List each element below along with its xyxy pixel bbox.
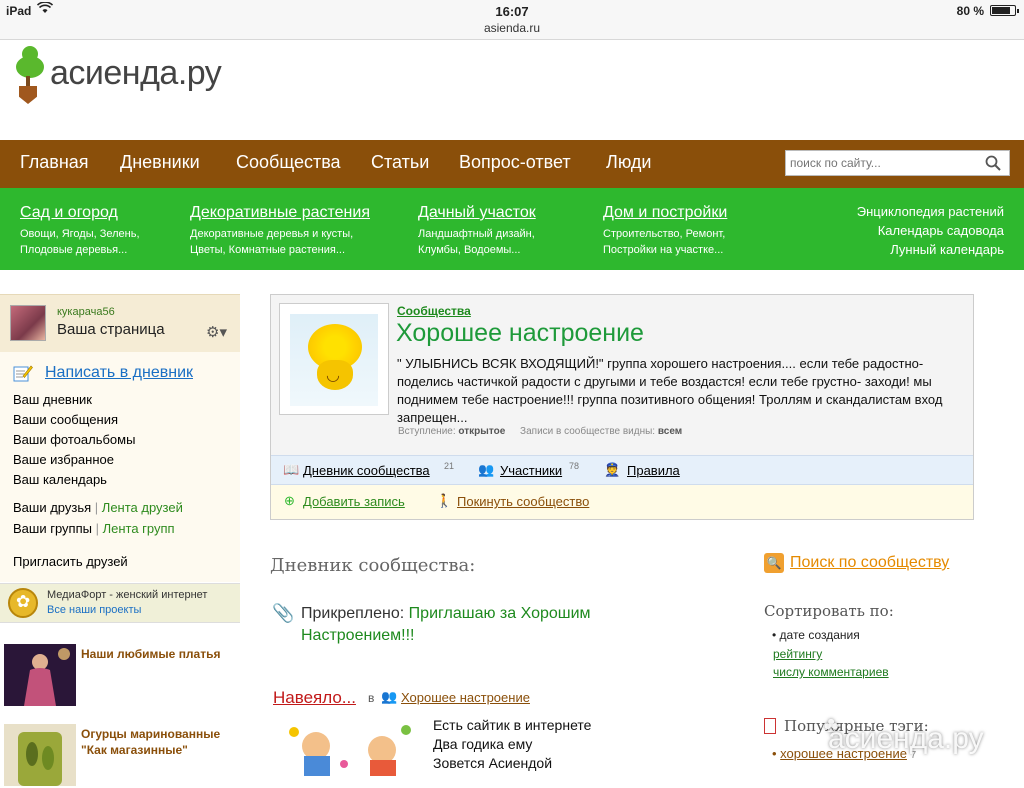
my-page-link[interactable]: Ваша страница [57,321,165,338]
diary-count: 21 [444,461,455,471]
promo-item[interactable]: Огурцы маринованные "Как магазинные" [4,724,240,788]
username[interactable]: кукарача56 [57,306,115,318]
post-community-link[interactable]: Хорошее настроение [401,690,530,705]
post-title-link[interactable]: Навеяло... [273,688,356,708]
category-link[interactable]: Дом и постройки [603,204,727,222]
category-link[interactable]: Сад и огород [20,204,140,222]
status-bar: iPad 16:07 asienda.ru 80 % [0,0,1024,40]
leave-community-button[interactable]: Покинуть сообщество [457,494,589,509]
post-body: Есть сайтик в интернете Два годика ему З… [433,717,592,771]
friends-row: Ваши друзья | Лента друзей [13,500,183,515]
invite-friends-link[interactable]: Пригласить друзей [13,554,128,569]
nav-communities[interactable]: Сообщества [236,152,341,173]
avatar[interactable] [10,305,46,341]
category-quick-links: Энциклопедия растений Календарь садовода… [857,202,1004,259]
mediafort-box: МедиаФорт - женский интернет Все наши пр… [0,583,240,623]
my-friends-link[interactable]: Ваши друзья [13,500,91,515]
link-gardener-calendar[interactable]: Календарь садовода [857,221,1004,240]
user-box: кукарача56 Ваша страница ⚙▾ [0,294,240,352]
sort-by-rating-link[interactable]: рейтингу [773,647,822,661]
community-actions: ⊕ Добавить запись 🚶 Покинуть сообщество [271,485,973,519]
my-messages-link[interactable]: Ваши сообщения [13,412,118,427]
link-plant-encyclopedia[interactable]: Энциклопедия растений [857,202,1004,221]
site-logo[interactable]: асиенда.ру [14,44,234,108]
rules-icon: 👮 [604,462,621,477]
community-avatar[interactable] [279,303,389,415]
sort-heading: Сортировать по: [764,602,894,620]
link-lunar-calendar[interactable]: Лунный календарь [857,240,1004,259]
section-heading: Дневник сообщества: [270,555,476,576]
promo-image[interactable] [4,644,76,706]
battery-level: 80 % [956,4,984,18]
category-link[interactable]: Дачный участок [418,204,536,222]
nav-people[interactable]: Люди [606,152,651,173]
nav-diaries[interactable]: Дневники [120,152,200,173]
address-bar-url[interactable]: asienda.ru [0,21,1024,35]
community-card: Сообщества Хорошее настроение " УЛЫБНИСЬ… [270,294,974,520]
post-in-label: в [368,691,375,705]
search-community-link[interactable]: Поиск по сообществу [790,554,949,572]
leave-icon: 🚶 [436,493,453,508]
mediafort-title: МедиаФорт - женский интернет [47,589,208,601]
add-post-button[interactable]: Добавить запись [303,494,405,509]
book-icon: 📖 [283,462,300,477]
category-link[interactable]: Декоративные растения [190,204,370,222]
nav-articles[interactable]: Статьи [371,152,429,173]
rules-link[interactable]: Правила [627,463,680,478]
category-house: Дом и постройки Строительство, Ремонт, П… [603,204,728,256]
members-link[interactable]: Участники [500,463,562,478]
all-projects-link[interactable]: Все наши проекты [47,604,141,616]
pinned-post: Прикреплено: Приглашаю за Хорошим Настро… [301,605,591,644]
main-nav: Главная Дневники Сообщества Статьи Вопро… [0,140,1024,188]
sort-by-comments-link[interactable]: числу комментариев [773,665,889,679]
category-nav: Сад и огород Овощи, Ягоды, Зелень, Плодо… [0,188,1024,270]
search-icon[interactable] [985,155,1001,171]
search-community-icon: 🔍 [764,553,784,573]
tags-icon [764,718,776,734]
community-meta: Вступление: открытое Записи в сообществе… [398,426,683,437]
paperclip-icon: 📎 [272,603,295,623]
user-menu: Написать в дневник Ваш дневник Ваши сооб… [0,352,240,582]
sort-active-option: • дате создания [772,628,860,642]
my-favorites-link[interactable]: Ваше избранное [13,452,114,467]
category-garden: Сад и огород Овощи, Ягоды, Зелень, Плодо… [20,204,140,256]
community-category-link[interactable]: Сообщества [397,304,471,318]
battery-icon [990,5,1019,16]
promo-title[interactable]: Огурцы маринованные "Как магазинные" [81,726,240,758]
community-description: " УЛЫБНИСЬ ВСЯК ВХОДЯЩИЙ!" группа хороше… [397,356,943,425]
category-decorative: Декоративные растения Декоративные дерев… [190,204,370,256]
my-calendar-link[interactable]: Ваш календарь [13,472,107,487]
mediafort-logo-icon[interactable] [8,588,38,618]
logo-text: асиенда.ру [50,54,222,92]
category-dacha: Дачный участок Ландшафтный дизайн, Клумб… [418,204,536,256]
members-count: 78 [569,461,580,471]
tree-logo-icon [16,46,44,82]
community-tabs: 📖 Дневник сообщества 21 👥 Участники 78 👮… [271,455,973,485]
write-diary-link[interactable]: Написать в дневник [13,364,193,382]
community-title: Хорошее настроение [396,319,644,347]
groups-row: Ваши группы | Лента групп [13,521,175,536]
my-diary-link[interactable]: Ваш дневник [13,392,92,407]
community-diary-link[interactable]: Дневник сообщества [303,463,430,478]
promo-image[interactable] [4,724,76,786]
community-icon: 👥 [381,689,398,704]
clock: 16:07 [495,4,529,19]
promo-title[interactable]: Наши любимые платья [81,646,221,662]
notepad-icon [13,365,33,382]
my-groups-link[interactable]: Ваши группы [13,521,92,536]
nav-home[interactable]: Главная [20,152,89,173]
members-icon: 👥 [478,462,495,477]
search-input[interactable] [786,151,976,175]
my-albums-link[interactable]: Ваши фотоальбомы [13,432,135,447]
friends-feed-link[interactable]: Лента друзей [102,500,183,515]
site-search [785,150,1010,176]
plus-icon: ⊕ [284,493,295,508]
gear-icon[interactable]: ⚙▾ [206,323,227,341]
groups-feed-link[interactable]: Лента групп [103,521,175,536]
post-image[interactable] [274,716,424,776]
nav-qa[interactable]: Вопрос-ответ [459,152,571,173]
watermark: асиенда.ру [828,722,984,755]
promo-item[interactable]: Наши любимые платья [4,644,240,708]
